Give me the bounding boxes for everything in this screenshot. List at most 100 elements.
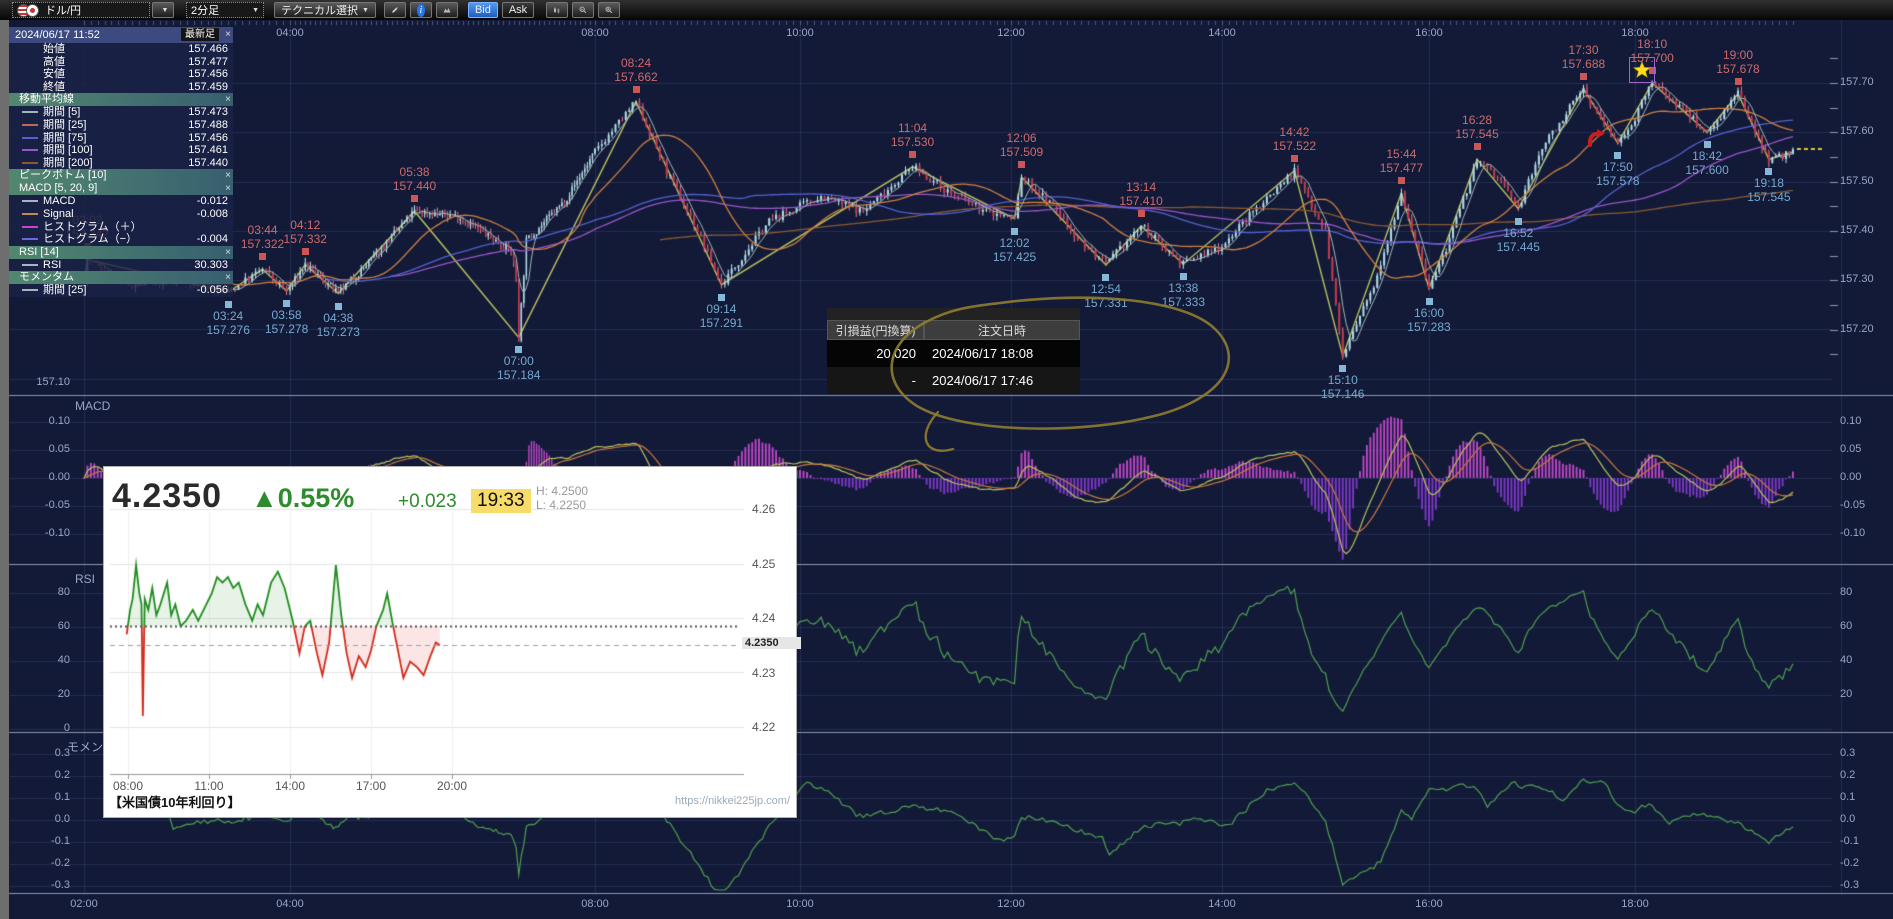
us10y-x-axis-label: 11:00 [194,779,223,793]
momentum-axis-label: 0.2 [55,769,70,781]
pair-dropdown-button[interactable]: ▼ [152,2,174,18]
indicator-value: 30.303 [194,259,228,272]
macd-axis-label: 0.00 [49,471,70,483]
bottom-price-label: 157.146 [1321,387,1364,401]
close-icon[interactable]: × [225,246,231,259]
bottom-marker [718,294,725,301]
currency-pair-select[interactable]: ドル/円 [12,2,150,18]
chart-style-button[interactable] [436,2,458,18]
info-icon: i [417,4,425,17]
rsi-axis-label: 40 [1840,654,1852,666]
section-header-label: ピークボトム [10] [19,169,106,181]
bid-toggle-button[interactable]: Bid [468,2,498,18]
close-icon[interactable]: × [225,169,231,182]
close-icon[interactable]: × [225,93,231,106]
series-color-swatch [22,124,38,126]
macd-axis-label: -0.05 [1840,499,1865,511]
indicator-section-header: MACD [5, 20, 9]× [9,182,233,195]
indicator-value: 157.461 [188,144,228,157]
ask-toggle-button[interactable]: Ask [502,2,534,18]
bottom-price-label: 157.278 [265,322,308,336]
indicator-label: 期間 [25] [43,284,86,296]
trade-pnl-value: - [827,367,924,394]
rsi-axis-label: 0 [64,722,70,734]
indicator-label: Signal [43,208,74,220]
close-icon[interactable]: × [225,271,231,284]
indicator-value-row: ヒストグラム（＋） [9,221,233,234]
close-icon[interactable]: × [225,27,231,43]
momentum-axis-label: 0.2 [1840,769,1855,781]
indicator-value-row: Signal-0.008 [9,208,233,221]
macd-axis-label: 0.10 [1840,415,1861,427]
indicator-value-row: 終値157.459 [9,81,233,94]
indicator-value: 157.466 [188,43,228,56]
indicator-value-row: 期間 [100] 157.461 [9,144,233,157]
bottom-axis-time-label: 02:00 [70,898,98,910]
momentum-axis-label: -0.1 [51,835,70,847]
chevron-down-icon: ▼ [362,7,369,14]
us10y-x-axis-label: 08:00 [113,779,143,793]
peak-marker [259,253,266,260]
technical-select-button[interactable]: テクニカル選択 ▼ [274,2,376,18]
peak-time-label: 15:44 [1386,147,1416,161]
indicator-value-row: ヒストグラム（−）-0.004 [9,233,233,246]
trade-popup-titlebar[interactable] [827,308,1080,320]
section-header-label: モメンタム [19,271,74,283]
indicator-label: 期間 [25] [43,119,86,131]
bottom-time-label: 03:58 [272,308,302,322]
current-yield-tag: 4.2350 [742,637,801,649]
draw-tool-button[interactable] [384,2,406,18]
series-color-swatch [22,200,38,202]
window-left-scrollbar[interactable] [0,0,9,919]
pencil-icon [391,3,399,17]
bottom-time-label: 03:24 [213,309,243,323]
momentum-axis-label: -0.3 [1840,879,1859,891]
bottom-marker [1515,218,1522,225]
macd-axis-label: 0.05 [49,443,70,455]
red-arrow-annotation[interactable] [1586,126,1608,153]
rsi-axis-label: 20 [1840,688,1852,700]
peak-marker [411,195,418,202]
rsi-axis-label: 60 [58,620,70,632]
us10y-y-axis-label: 4.23 [752,666,775,680]
indicator-label: 高値 [43,56,65,68]
bottom-marker [1426,298,1433,305]
bottom-time-label: 15:10 [1328,373,1358,387]
star-icon [1633,61,1651,79]
series-color-swatch [22,162,38,164]
peak-price-label: 157.662 [614,70,657,84]
trade-row[interactable]: 20,020 2024/06/17 18:08 [827,340,1080,367]
peak-price-label: 157.332 [284,232,327,246]
momentum-axis-label: 0.1 [55,791,70,803]
peak-marker [1291,155,1298,162]
high-low-values: H: 4.2500 L: 4.2250 [536,484,588,512]
star-marker-annotation[interactable] [1629,57,1655,83]
chart-toolbar: ドル/円 ▼ 2分足 ▼ テクニカル選択 ▼ i Bid Ask [0,0,1893,20]
indicator-label: 期間 [100] [43,144,93,156]
price-axis-label: 157.60 [1840,125,1874,137]
us10y-y-axis-label: 4.24 [752,611,775,625]
peak-time-label: 08:24 [621,56,651,70]
zoom-in-button[interactable] [598,2,620,18]
candle-chart-button[interactable] [546,2,568,18]
section-header-label: 移動平均線 [19,93,74,105]
timeframe-select[interactable]: 2分足 ▼ [186,2,264,18]
indicator-value: 157.459 [188,81,228,94]
peak-price-label: 157.410 [1119,194,1162,208]
zoom-out-button[interactable] [572,2,594,18]
trade-row[interactable]: - 2024/06/17 17:46 [827,367,1080,394]
peak-price-label: 157.545 [1455,127,1498,141]
indicator-label: RSI [43,259,61,271]
bar-timestamp: 2024/06/17 11:52 [15,29,100,41]
us10y-y-axis-label: 4.26 [752,502,775,516]
info-button[interactable]: i [410,2,432,18]
candlestick-icon [553,4,561,17]
close-icon[interactable]: × [225,182,231,195]
bottom-axis-time-label: 12:00 [997,898,1025,910]
indicator-section-header: ピークボトム [10] × [9,169,233,182]
momentum-axis-label: 0.0 [1840,813,1855,825]
price-axis-left-label: 157.10 [36,376,70,388]
bottom-marker [1765,168,1772,175]
currency-pair-label: ドル/円 [45,2,81,18]
indicator-info-panel: 2024/06/17 11:52 最新足 × 始値157.466高値157.47… [9,27,233,297]
